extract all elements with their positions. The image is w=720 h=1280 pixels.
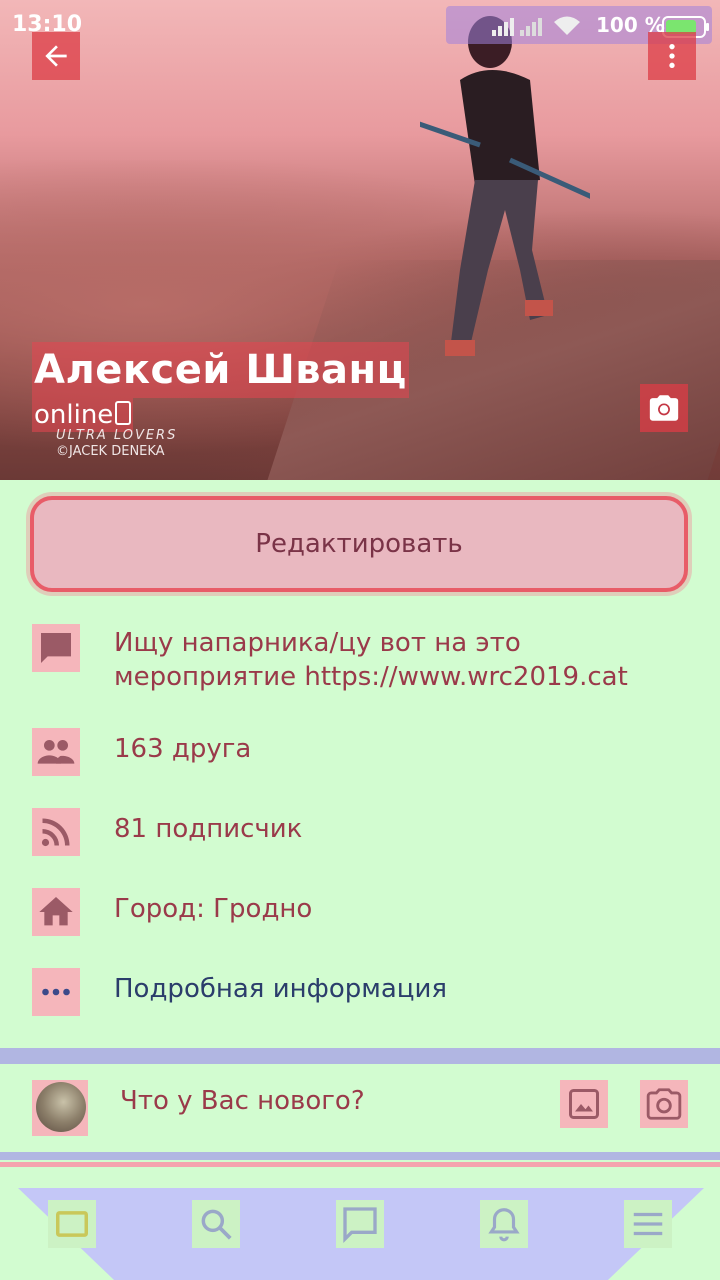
comment-icon	[32, 624, 80, 672]
nav-menu-button[interactable]	[624, 1200, 672, 1248]
friends-count: 163 друга	[114, 734, 252, 764]
edit-profile-label: Редактировать	[255, 529, 463, 559]
cover-photo-runner	[420, 16, 590, 356]
people-icon	[32, 728, 80, 776]
signal-icon	[492, 18, 542, 36]
divider-line	[0, 1152, 720, 1160]
status-bar: 13:10 100 %	[0, 0, 720, 50]
more-options-button[interactable]	[648, 32, 696, 80]
mobile-icon	[115, 401, 132, 425]
watermark-line1: ULTRA LOVERS	[56, 428, 178, 443]
search-icon	[201, 1209, 232, 1240]
camera-icon	[646, 1088, 682, 1120]
profile-status-row: Ищу напарника/цу вот на это мероприятие …	[32, 624, 712, 700]
more-vert-icon	[669, 44, 675, 68]
menu-icon	[633, 1212, 663, 1236]
avatar	[32, 1080, 88, 1136]
wifi-icon	[554, 16, 580, 35]
divider-line-accent	[0, 1162, 720, 1167]
photo-watermark: ULTRA LOVERS ©JACEK DENEKA	[18, 428, 177, 460]
post-composer[interactable]: Что у Вас нового?	[0, 1064, 720, 1152]
messages-icon	[343, 1207, 377, 1244]
nav-search-button[interactable]	[192, 1200, 240, 1248]
watermark-line2: ©JACEK DENEKA	[56, 444, 165, 459]
profile-name: Алексей Шванц	[32, 342, 409, 398]
details-link[interactable]: Подробная информация	[114, 972, 447, 1006]
city-text: Город: Гродно	[114, 894, 313, 924]
section-divider	[0, 1048, 720, 1064]
online-status: online	[32, 398, 134, 432]
edit-profile-button[interactable]: Редактировать	[30, 496, 688, 592]
nav-notifications-button[interactable]	[480, 1200, 528, 1248]
back-button[interactable]	[32, 32, 80, 80]
notifications-icon	[488, 1208, 520, 1242]
followers-row[interactable]: 81 подписчик	[32, 808, 712, 856]
profile-status-text[interactable]: Ищу напарника/цу вот на это мероприятие …	[114, 626, 694, 694]
news-icon	[56, 1211, 88, 1237]
home-icon	[32, 888, 80, 936]
image-icon	[569, 1089, 599, 1119]
online-status-text: online	[34, 400, 114, 430]
more-horiz-icon	[32, 968, 80, 1016]
nav-messages-button[interactable]	[336, 1200, 384, 1248]
change-cover-button[interactable]	[640, 384, 688, 432]
city-row: Город: Гродно	[32, 888, 712, 936]
followers-count: 81 подписчик	[114, 814, 303, 844]
take-photo-button[interactable]	[640, 1080, 688, 1128]
nav-news-button[interactable]	[48, 1200, 96, 1248]
details-row[interactable]: Подробная информация	[32, 968, 712, 1016]
camera-icon	[649, 395, 679, 421]
rss-icon	[32, 808, 80, 856]
post-prompt[interactable]: Что у Вас нового?	[120, 1084, 365, 1118]
arrow-back-icon	[45, 45, 67, 67]
attach-photo-button[interactable]	[560, 1080, 608, 1128]
friends-row[interactable]: 163 друга	[32, 728, 712, 776]
